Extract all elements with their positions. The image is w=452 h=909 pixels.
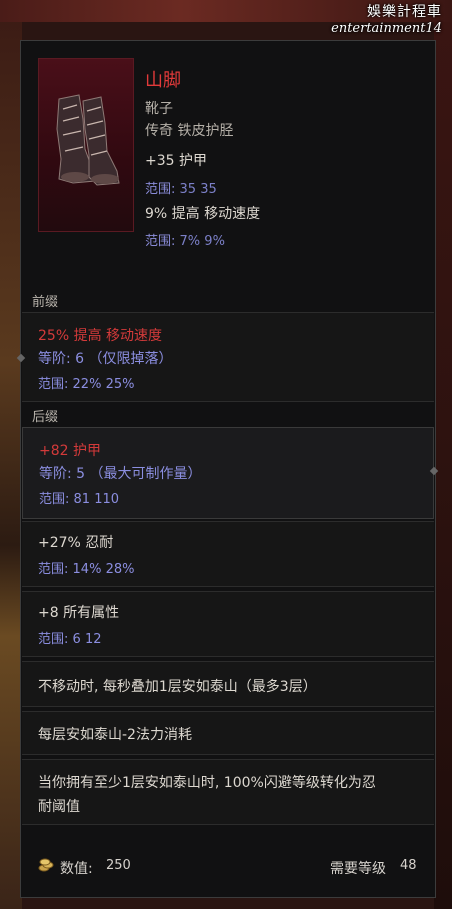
implicit-range-armor: 范围: 35 35: [145, 178, 217, 197]
range-min: 81: [73, 492, 91, 507]
range-label: 范围:: [39, 492, 70, 507]
affix-range: 范围: 14% 28%: [38, 558, 134, 577]
prefix-range: 范围: 22% 25%: [38, 373, 134, 392]
greaves-boots-icon: [38, 58, 134, 232]
affix-stat: +27% 忍耐: [38, 535, 114, 551]
suffix-tier: 等阶: 5 （最大可制作量）: [39, 466, 202, 482]
range-min: 35: [179, 182, 197, 197]
range-max: 12: [84, 632, 102, 647]
prefix-section-label: 前缀: [32, 295, 59, 310]
range-label: 范围:: [38, 562, 69, 577]
unique-mod-3[interactable]: 当你拥有至少1层安如泰山时, 100%闪避等级转化为忍 耐阈值: [22, 759, 434, 825]
range-label: 范围:: [145, 234, 176, 249]
range-max: 9%: [204, 234, 225, 249]
watermark-line2: entertainment14: [331, 21, 442, 36]
background-scene-right: [434, 0, 452, 909]
item-rarity: 传奇 铁皮护胫: [145, 123, 234, 139]
gold-coins-icon: [38, 858, 54, 872]
range-min: 6: [72, 632, 81, 647]
value-amount: 250: [106, 858, 131, 873]
suffix-range: 范围: 81 110: [39, 488, 119, 507]
tooltip-footer: 数值: 250 需要等级 48: [22, 842, 434, 890]
affix-endurance[interactable]: +27% 忍耐 范围: 14% 28%: [22, 521, 434, 587]
watermark-line1: 娛樂計程車: [367, 4, 442, 20]
unique-mod-1[interactable]: 不移动时, 每秒叠加1层安如泰山（最多3层）: [22, 661, 434, 707]
item-name: 山脚: [145, 70, 181, 91]
required-level-value: 48: [400, 858, 417, 873]
required-level-label: 需要等级: [330, 861, 386, 877]
prefix-stat: 25% 提高 移动速度: [38, 328, 163, 344]
range-label: 范围:: [38, 632, 69, 647]
affix-range: 范围: 6 12: [38, 628, 102, 647]
implicit-stat-armor: +35 护甲: [145, 153, 207, 169]
unique-mod-text-cont: 耐阈值: [38, 799, 80, 815]
implicit-stat-movespeed: 9% 提高 移动速度: [145, 206, 261, 222]
range-max: 35: [200, 182, 217, 197]
item-type: 靴子: [145, 101, 173, 117]
unique-mod-text: 当你拥有至少1层安如泰山时, 100%闪避等级转化为忍: [38, 775, 376, 791]
value-label: 数值:: [60, 861, 93, 877]
range-min: 14%: [72, 562, 102, 577]
suffix-affix[interactable]: +82 护甲 等阶: 5 （最大可制作量） 范围: 81 110: [22, 427, 439, 519]
range-min: 7%: [179, 234, 201, 249]
affix-stat: +8 所有属性: [38, 605, 120, 621]
suffix-section-label: 后缀: [32, 410, 59, 425]
affix-all-attributes[interactable]: +8 所有属性 范围: 6 12: [22, 591, 434, 657]
unique-mod-text: 每层安如泰山-2法力消耗: [38, 727, 192, 743]
range-max: 28%: [105, 562, 135, 577]
implicit-range-movespeed: 范围: 7% 9%: [145, 230, 225, 249]
prefix-affix[interactable]: 25% 提高 移动速度 等阶: 6 （仅限掉落） 范围: 22% 25%: [16, 312, 434, 402]
unique-mod-2[interactable]: 每层安如泰山-2法力消耗: [22, 711, 434, 755]
unique-mod-text: 不移动时, 每秒叠加1层安如泰山（最多3层）: [38, 679, 317, 695]
prefix-tier: 等阶: 6 （仅限掉落）: [38, 351, 173, 367]
range-label: 范围:: [38, 377, 69, 392]
range-max: 110: [94, 492, 120, 507]
range-min: 22%: [72, 377, 102, 392]
background-scene-left: [0, 0, 22, 909]
watermark: 娛樂計程車 entertainment14: [331, 4, 442, 37]
range-max: 25%: [105, 377, 135, 392]
range-label: 范围:: [145, 182, 176, 197]
suffix-stat: +82 护甲: [39, 443, 101, 459]
